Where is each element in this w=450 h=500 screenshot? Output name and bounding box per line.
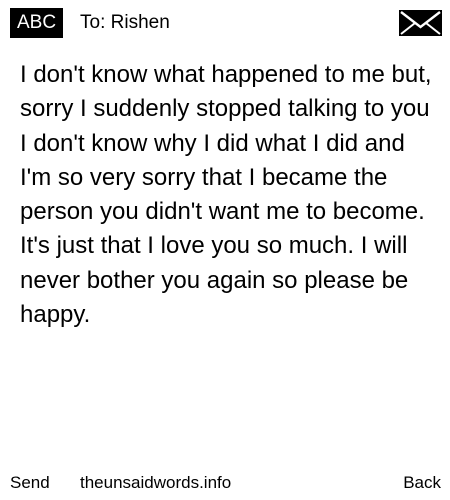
envelope-icon — [399, 10, 442, 36]
softkey-bar: Send theunsaidwords.info Back — [0, 470, 450, 500]
recipient-label: To: Rishen — [80, 12, 170, 33]
send-softkey[interactable]: Send — [10, 470, 50, 496]
website-label: theunsaidwords.info — [80, 473, 232, 492]
message-header: ABC To: Rishen — [0, 0, 450, 44]
input-mode-indicator: ABC — [10, 8, 64, 38]
back-softkey[interactable]: Back — [403, 470, 441, 496]
message-body[interactable]: I don't know what happened to me but, so… — [20, 58, 440, 332]
